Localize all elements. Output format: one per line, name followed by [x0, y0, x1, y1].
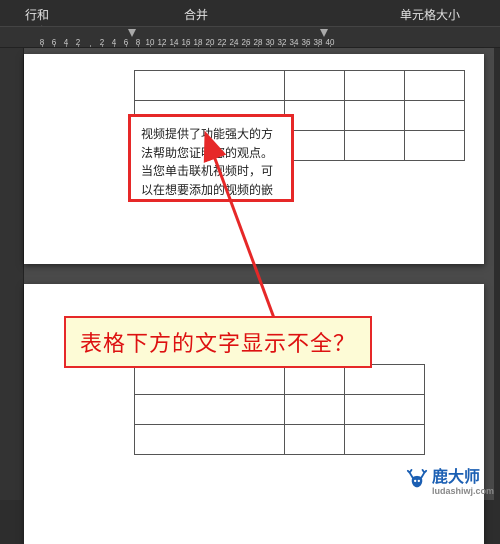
ruler-tick: 8 — [132, 38, 144, 47]
deer-logo-icon — [406, 469, 428, 491]
ruler-tick: 40 — [324, 38, 336, 47]
ruler-tick: 38 — [312, 38, 324, 47]
horizontal-ruler[interactable]: 8 6 4 2 2 4 6 8 10 12 14 16 18 20 22 24 … — [0, 26, 500, 48]
ribbon-tabs: 行和列 合并 单元格大小 — [0, 0, 500, 26]
highlighted-cell[interactable]: 视频提供了功能强大的方法帮助您证明您的观点。当您单击联机视频时，可以在想要添加的… — [128, 114, 294, 202]
ribbon-tab-cell-size[interactable]: 单元格大小 — [380, 0, 480, 26]
ruler-tick: 12 — [156, 38, 168, 47]
ruler-tick: 16 — [180, 38, 192, 47]
ribbon-tab-merge[interactable]: 合并 — [164, 0, 228, 26]
ribbon-tab-rows-cols[interactable]: 行和列 — [0, 0, 74, 26]
ruler-tick: 8 — [36, 38, 48, 47]
watermark-brand: 鹿大师 — [432, 469, 480, 486]
ruler-tick: 18 — [192, 38, 204, 47]
ruler-tick: 10 — [144, 38, 156, 47]
table-bottom[interactable] — [134, 364, 425, 455]
ruler-tick: 34 — [288, 38, 300, 47]
ruler-tick: 6 — [48, 38, 60, 47]
watermark: 鹿大师 ludashiwj.com — [406, 463, 494, 496]
ruler-tick: 26 — [240, 38, 252, 47]
annotation-callout: 表格下方的文字显示不全？ — [64, 316, 372, 368]
ruler-tick: 20 — [204, 38, 216, 47]
ruler-tick: 2 — [96, 38, 108, 47]
document-canvas[interactable]: 视频提供了功能强大的方法帮助您证明您的观点。当您单击联机视频时，可以在想要添加的… — [24, 48, 494, 500]
ruler-tick: 30 — [264, 38, 276, 47]
ruler-tick: 2 — [72, 38, 84, 47]
ruler-tick: 22 — [216, 38, 228, 47]
ruler-tick: 4 — [60, 38, 72, 47]
annotation-callout-text: 表格下方的文字显示不全？ — [80, 331, 356, 356]
ruler-tick: 4 — [108, 38, 120, 47]
watermark-domain: ludashiwj.com — [432, 487, 494, 496]
indent-marker-left-icon[interactable] — [128, 29, 136, 37]
ruler-tick: 14 — [168, 38, 180, 47]
ruler-tick: 6 — [120, 38, 132, 47]
ruler-tick: 24 — [228, 38, 240, 47]
ruler-tick: 36 — [300, 38, 312, 47]
ruler-tick: 28 — [252, 38, 264, 47]
indent-marker-right-icon[interactable] — [320, 29, 328, 37]
highlighted-cell-text: 视频提供了功能强大的方法帮助您证明您的观点。当您单击联机视频时，可以在想要添加的… — [141, 127, 273, 197]
ruler-tick: 32 — [276, 38, 288, 47]
vertical-ruler[interactable] — [0, 48, 24, 500]
page-1[interactable]: 视频提供了功能强大的方法帮助您证明您的观点。当您单击联机视频时，可以在想要添加的… — [24, 54, 484, 264]
